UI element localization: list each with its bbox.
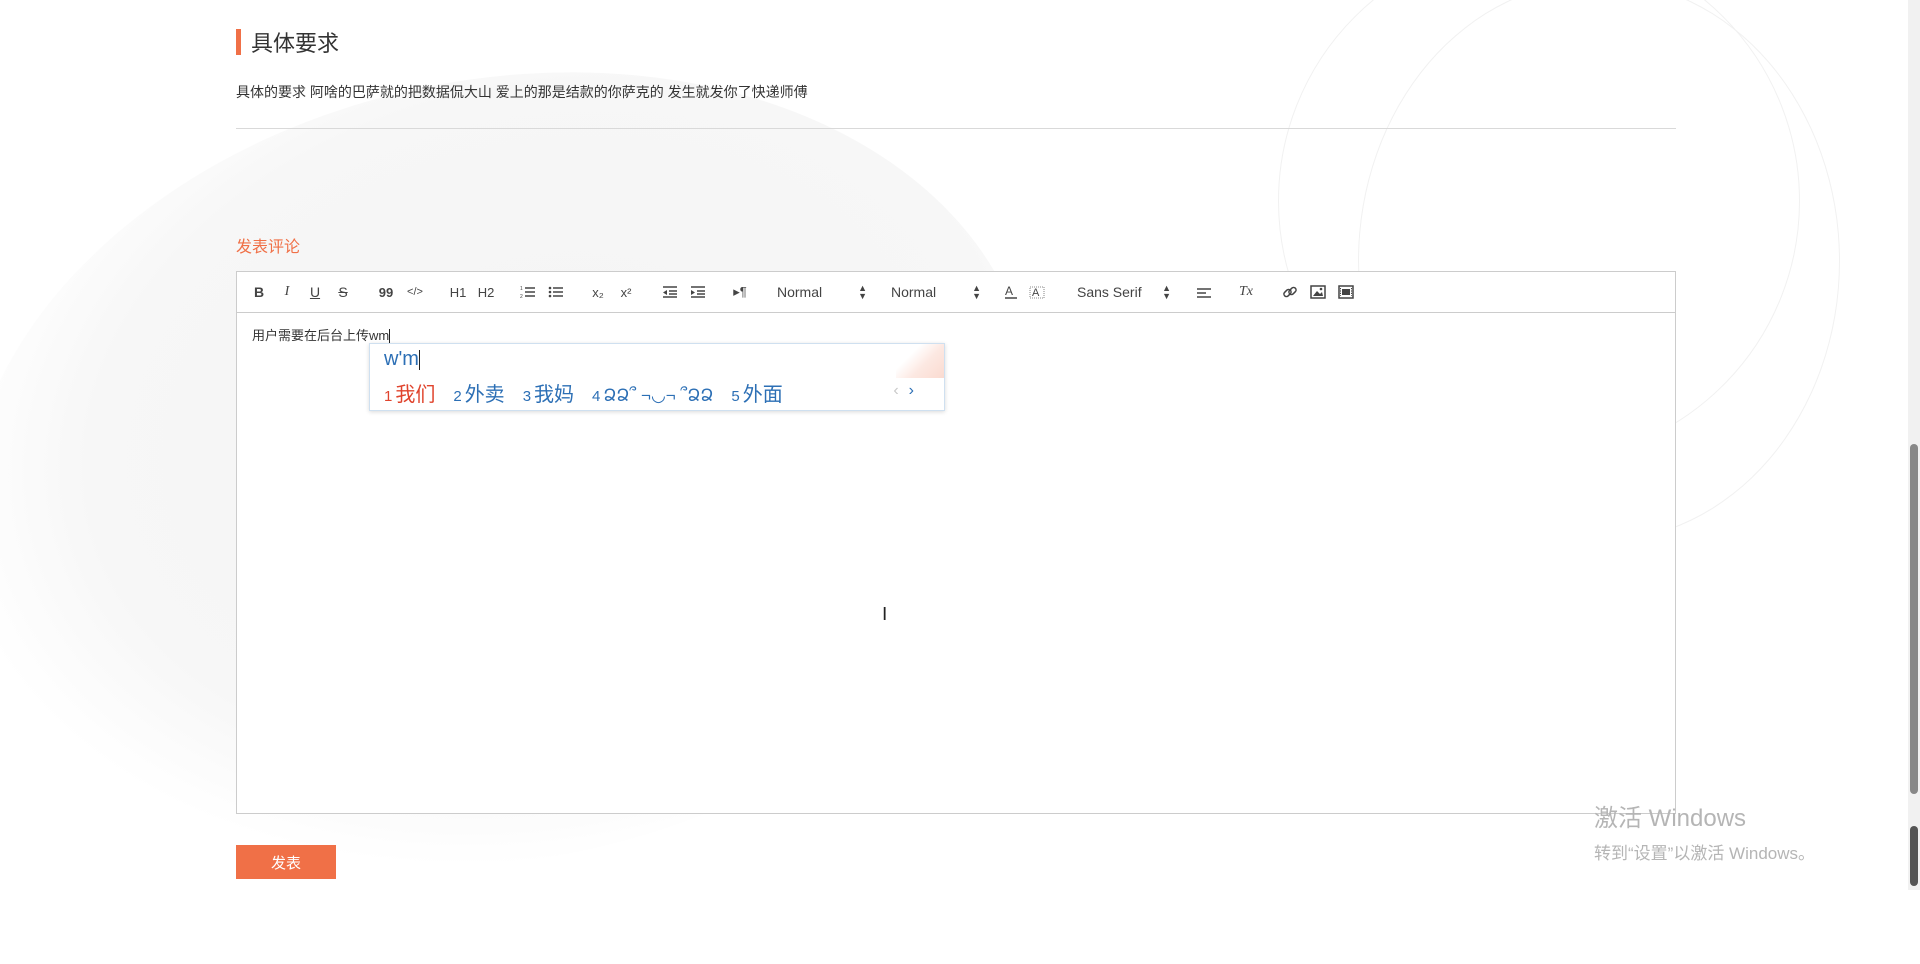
size-select-value: Normal — [891, 284, 937, 300]
underline-button[interactable]: U — [307, 283, 323, 301]
size-select[interactable]: Normal ▲ ▼ — [891, 282, 981, 302]
i-beam-cursor-icon: I — [882, 604, 888, 625]
text-direction-icon[interactable]: ▸¶ — [731, 283, 749, 301]
svg-text:1: 1 — [520, 286, 523, 292]
ordered-list-icon[interactable]: 12 — [519, 283, 537, 301]
windows-activation-watermark: 激活 Windows 转到“设置”以激活 Windows。 — [1594, 798, 1815, 864]
text-caret — [389, 328, 391, 343]
ime-candidate[interactable]: 2 外卖 — [453, 378, 504, 407]
outdent-icon[interactable] — [661, 283, 679, 301]
page-scrollbar[interactable] — [1908, 0, 1920, 890]
select-arrows-icon: ▲ ▼ — [1162, 283, 1171, 301]
ime-composition-text: w'm — [384, 348, 420, 370]
watermark-subtitle: 转到“设置”以激活 Windows。 — [1594, 844, 1816, 863]
image-icon[interactable] — [1309, 283, 1327, 301]
strike-button[interactable]: S — [335, 283, 351, 301]
editor-text: 用户需要在后台上传wm — [252, 328, 390, 343]
select-arrows-icon: ▲ ▼ — [972, 283, 981, 301]
bold-button[interactable]: B — [251, 283, 267, 301]
bullet-list-icon[interactable] — [547, 283, 565, 301]
divider — [236, 128, 1676, 129]
font-select-value: Sans Serif — [1077, 284, 1142, 300]
video-icon[interactable] — [1337, 283, 1355, 301]
header-select[interactable]: Normal ▲ ▼ — [777, 282, 867, 302]
ime-candidate[interactable]: 5 外面 — [731, 378, 782, 407]
select-arrows-icon: ▲ ▼ — [858, 283, 867, 301]
ime-candidate-window: w'm 1 我们 2 外卖 3 我妈 4 ՁՁ՞ ¬◡¬ ՞ՁՁ 5 外面 ‹ › — [369, 343, 945, 411]
scrollbar-thumb-secondary[interactable] — [1910, 826, 1918, 886]
indent-icon[interactable] — [689, 283, 707, 301]
h2-button[interactable]: H2 — [475, 283, 497, 301]
ime-candidate[interactable]: 1 我们 — [384, 378, 435, 407]
requirement-description: 具体的要求 阿啥的巴萨就的把数据侃大山 爱上的那是结款的你萨克的 发生就发你了快… — [236, 84, 808, 100]
subscript-button[interactable]: x₂ — [589, 283, 607, 301]
ime-candidate[interactable]: 3 我妈 — [523, 378, 574, 407]
section-title: 具体要求 — [251, 31, 340, 56]
svg-text:2: 2 — [520, 294, 523, 299]
h1-button[interactable]: H1 — [447, 283, 469, 301]
ime-candidate-list: 1 我们 2 外卖 3 我妈 4 ՁՁ՞ ¬◡¬ ՞ՁՁ 5 外面 — [384, 378, 801, 407]
clean-format-button[interactable]: Tx — [1237, 283, 1255, 301]
ime-page-nav: ‹ › — [893, 382, 914, 400]
title-accent-bar — [236, 29, 241, 55]
comment-label: 发表评论 — [236, 239, 301, 256]
svg-text:A: A — [1032, 287, 1040, 299]
ime-logo-icon — [896, 344, 944, 378]
header-select-value: Normal — [777, 284, 823, 300]
blockquote-button[interactable]: 99 — [377, 283, 395, 301]
watermark-title: 激活 Windows — [1594, 805, 1747, 832]
scrollbar-thumb[interactable] — [1910, 444, 1918, 794]
background-color-icon[interactable]: A — [1029, 283, 1045, 301]
ime-next-page-icon[interactable]: › — [909, 382, 914, 399]
editor-toolbar: B I U S 99 </> H1 H2 12 x₂ x² ▸¶ Normal … — [237, 272, 1675, 313]
link-icon[interactable] — [1281, 283, 1299, 301]
font-select[interactable]: Sans Serif ▲ ▼ — [1077, 282, 1171, 302]
align-icon[interactable] — [1195, 283, 1213, 301]
font-color-icon[interactable]: A — [1003, 283, 1019, 301]
ime-prev-page-icon[interactable]: ‹ — [893, 382, 898, 399]
italic-button[interactable]: I — [279, 283, 295, 301]
code-button[interactable]: </> — [405, 283, 425, 301]
svg-text:A: A — [1005, 284, 1013, 298]
submit-button[interactable]: 发表 — [236, 845, 336, 879]
section-header: 具体要求 — [236, 28, 339, 56]
ime-candidate[interactable]: 4 ՁՁ՞ ¬◡¬ ՞ՁՁ — [592, 384, 713, 407]
superscript-button[interactable]: x² — [617, 283, 635, 301]
